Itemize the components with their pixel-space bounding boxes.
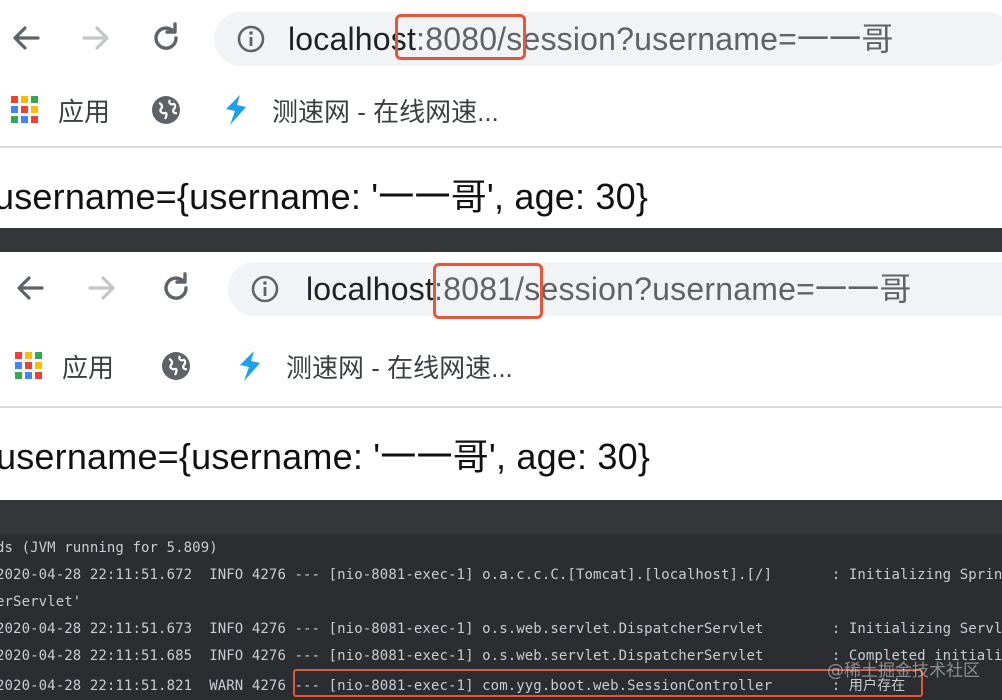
forward-button[interactable] — [80, 266, 124, 310]
bookmark-speedtest[interactable]: 测速网 - 在线网速... — [218, 90, 499, 130]
page-body-text: username={username: '一一哥', age: 30} — [0, 176, 649, 217]
bookmarks-bar: 应用 测速网 - 在线网速... — [0, 334, 1002, 394]
ide-console: ds (JVM running for 5.809) 2020-04-28 22… — [0, 500, 1002, 700]
log-line: 2020-04-28 22:11:51.673 INFO 4276 --- [n… — [0, 621, 1002, 637]
url-path: session?username=一一哥 — [524, 271, 912, 307]
info-icon[interactable] — [250, 274, 280, 304]
forward-button[interactable] — [74, 16, 118, 60]
forward-arrow-icon — [82, 26, 109, 50]
reload-button[interactable] — [154, 266, 198, 310]
window-divider — [0, 228, 1002, 252]
bookmark-apps[interactable]: 应用 — [14, 346, 114, 386]
browser-toolbar: localhost:8080/session?username=一一哥 — [0, 0, 1002, 76]
url-host: localhost — [306, 271, 435, 307]
log-line: erServlet' — [0, 594, 82, 610]
bookmark-globe[interactable] — [150, 90, 200, 130]
url-text[interactable]: localhost:8081/session?username=一一哥 — [306, 270, 912, 308]
toolbar-separator — [0, 146, 1002, 148]
bookmark-label: 应用 — [62, 352, 115, 383]
apps-grid-icon — [11, 96, 38, 123]
url-path: session?username=一一哥 — [506, 21, 894, 57]
toolbar-separator — [0, 406, 1002, 408]
bookmark-label: 测速网 - 在线网速... — [272, 96, 499, 127]
bookmarks-bar: 应用 测速网 - 在线网速... — [0, 80, 1002, 140]
watermark-text: @稀土掘金技术社区 — [827, 661, 980, 681]
log-line: ds (JVM running for 5.809) — [0, 540, 218, 556]
port-highlight-box — [395, 14, 526, 60]
url-text[interactable]: localhost:8080/session?username=一一哥 — [288, 20, 894, 58]
reload-icon — [154, 22, 178, 50]
bookmark-label: 测速网 - 在线网速... — [286, 352, 513, 383]
forward-arrow-icon — [88, 276, 115, 300]
page-body-text: username={username: '一一哥', age: 30} — [0, 436, 651, 477]
address-bar[interactable]: localhost:8081/session?username=一一哥 — [228, 262, 1002, 316]
console-header-strip — [0, 500, 1002, 534]
reload-button[interactable] — [144, 16, 188, 60]
info-icon[interactable] — [236, 24, 266, 54]
bookmark-label: 应用 — [58, 96, 111, 127]
speedtest-icon — [226, 95, 246, 125]
reload-icon — [164, 272, 188, 300]
port-highlight-box — [433, 263, 543, 319]
bookmark-globe[interactable] — [160, 346, 210, 386]
browser-window-8080: localhost:8080/session?username=一一哥 应用 测… — [0, 0, 1002, 228]
bookmark-apps[interactable]: 应用 — [10, 90, 110, 130]
back-button[interactable] — [8, 266, 52, 310]
browser-window-8081: localhost:8081/session?username=一一哥 应用 测… — [0, 252, 1002, 500]
browser-toolbar: localhost:8081/session?username=一一哥 — [0, 252, 1002, 328]
bookmark-speedtest[interactable]: 测速网 - 在线网速... — [232, 346, 513, 386]
back-button[interactable] — [4, 16, 48, 60]
log-line: 2020-04-28 22:11:51.672 INFO 4276 --- [n… — [0, 567, 1002, 583]
globe-icon — [152, 96, 180, 124]
back-arrow-icon — [17, 276, 44, 300]
address-bar[interactable]: localhost:8080/session?username=一一哥 — [214, 12, 1002, 66]
globe-icon — [162, 352, 190, 380]
speedtest-icon — [240, 351, 260, 381]
apps-grid-icon — [15, 352, 42, 379]
back-arrow-icon — [13, 26, 40, 50]
